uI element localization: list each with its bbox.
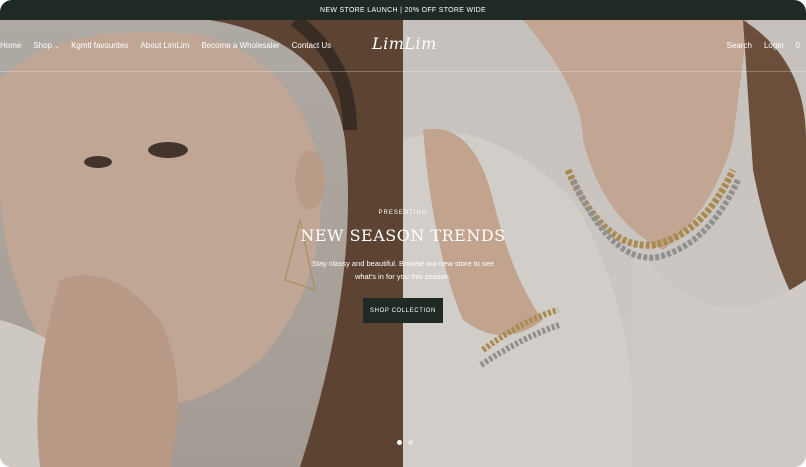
page: NEW STORE LAUNCH | 20% OFF STORE WIDE Ho… <box>0 0 806 467</box>
slide-dot-1[interactable] <box>397 440 402 445</box>
hero-subtext-line-2: what's in for you this season. <box>354 272 452 281</box>
hero-content: PRESENTING NEW SEASON TRENDS Stay classy… <box>253 210 553 323</box>
cart-count[interactable]: 0 <box>796 41 800 50</box>
nav-actions: Search Login 0 <box>727 41 800 50</box>
nav-item-shop[interactable]: Shop ⌄ <box>33 41 59 50</box>
main-navigation: Home Shop ⌄ Kgmtl favourites About LimLim… <box>0 20 806 72</box>
nav-item-contact[interactable]: Contact Us <box>292 41 332 50</box>
hero-subtext: Stay classy and beautiful. Browse our ne… <box>253 257 553 283</box>
slider-pagination <box>397 440 413 445</box>
nav-item-become-wholesaler[interactable]: Become a Wholesaler <box>201 41 279 50</box>
shop-collection-button[interactable]: SHOP COLLECTION <box>363 298 443 323</box>
nav-item-home[interactable]: Home <box>0 41 21 50</box>
site-logo[interactable]: LimLim <box>372 34 437 53</box>
nav-menu: Home Shop ⌄ Kgmtl favourites About LimLim… <box>0 41 331 50</box>
slide-dot-2[interactable] <box>408 440 413 445</box>
search-link[interactable]: Search <box>727 41 752 50</box>
nav-item-kgmtl-favourites[interactable]: Kgmtl favourites <box>71 41 128 50</box>
login-link[interactable]: Login <box>764 41 784 50</box>
nav-item-about[interactable]: About LimLim <box>140 41 189 50</box>
hero-subtext-line-1: Stay classy and beautiful. Browse our ne… <box>311 259 495 268</box>
announcement-text: NEW STORE LAUNCH | 20% OFF STORE WIDE <box>320 6 486 14</box>
nav-item-shop-label: Shop <box>33 41 53 50</box>
hero-section: Home Shop ⌄ Kgmtl favourites About LimLim… <box>0 20 806 467</box>
hero-eyebrow: PRESENTING <box>378 210 428 216</box>
hero-headline: NEW SEASON TRENDS <box>300 226 506 245</box>
chevron-down-icon: ⌄ <box>54 44 60 50</box>
announcement-bar: NEW STORE LAUNCH | 20% OFF STORE WIDE <box>0 0 806 20</box>
